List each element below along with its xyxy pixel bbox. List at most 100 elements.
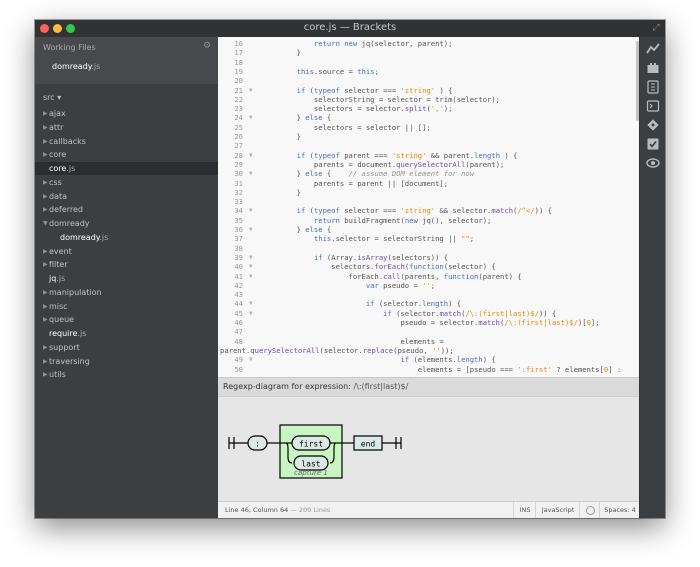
git-icon[interactable]	[646, 118, 660, 132]
code-line[interactable]: 26 }	[218, 132, 639, 141]
tree-folder-callbacks[interactable]: ▶ callbacks	[35, 135, 218, 148]
folder-collapsed-icon[interactable]: ▶	[43, 176, 48, 189]
tree-folder-manipulation[interactable]: ▶ manipulation	[35, 286, 218, 299]
code-line[interactable]: 20	[218, 76, 639, 85]
indentation-control[interactable]: Spaces: 4	[599, 502, 640, 518]
folder-collapsed-icon[interactable]: ▶	[43, 148, 48, 161]
code-line[interactable]: 42 var pseudo = '';	[218, 281, 639, 290]
tree-folder-misc[interactable]: ▶ misc	[35, 300, 218, 313]
fold-arrow-icon[interactable]: ▼	[249, 86, 253, 95]
terminal-icon[interactable]	[646, 99, 660, 113]
folder-collapsed-icon[interactable]: ▶	[43, 190, 48, 203]
fold-arrow-icon[interactable]: ▼	[249, 225, 253, 234]
code-line[interactable]: 17 }	[218, 48, 639, 57]
code-line[interactable]: 34 ▼ if (typeof selector === 'string' && …	[218, 206, 639, 215]
code-editor[interactable]: 16 return new jq(selector, parent); 17 } 1…	[218, 37, 639, 377]
tree-folder-utils[interactable]: ▶ utils	[35, 368, 218, 381]
code-line[interactable]: 37 this.selector = selectorString || "";	[218, 234, 639, 243]
tree-folder-deferred[interactable]: ▶ deferred	[35, 203, 218, 216]
code-line[interactable]: 25 selectors = selector || [];	[218, 123, 639, 132]
code-line[interactable]: parent.querySelectorAll(selector.replace…	[218, 346, 639, 355]
folder-collapsed-icon[interactable]: ▶	[43, 341, 48, 354]
code-line[interactable]: 45 ▼ if (selector.match(/\:(first|last)$/…	[218, 309, 639, 318]
code-line[interactable]: 30 ▼ } else { // assume DOM element for n…	[218, 169, 639, 178]
code-line[interactable]: 16 return new jq(selector, parent);	[218, 39, 639, 48]
live-preview-icon[interactable]	[646, 42, 660, 56]
fullscreen-icon[interactable]: ⤢	[651, 23, 661, 33]
fold-arrow-icon[interactable]: ▼	[249, 299, 253, 308]
tree-folder-support[interactable]: ▶ support	[35, 341, 218, 354]
project-dropdown[interactable]: src ▾	[43, 93, 61, 102]
code-line[interactable]: 29 parents = document.querySelectorAll(p…	[218, 160, 639, 169]
tree-folder-attr[interactable]: ▶ attr	[35, 121, 218, 134]
tree-file-jq[interactable]: jq.js	[35, 272, 218, 285]
code-line[interactable]: 50 elements = [pseudo === ':first' ? ele…	[218, 365, 639, 374]
fold-arrow-icon[interactable]: ▼	[249, 151, 253, 160]
folder-collapsed-icon[interactable]: ▶	[43, 245, 48, 258]
folder-collapsed-icon[interactable]: ▶	[43, 368, 48, 381]
fold-arrow-icon[interactable]: ▼	[249, 262, 253, 271]
fold-arrow-icon[interactable]: ▼	[249, 113, 253, 122]
working-file-item[interactable]: domready.js	[52, 62, 100, 71]
code-line[interactable]: 48 elements =	[218, 337, 639, 346]
code-line[interactable]: 24 ▼ } else {	[218, 113, 639, 122]
jslint-icon[interactable]	[646, 80, 660, 94]
fold-arrow-icon[interactable]: ▼	[249, 272, 253, 281]
tree-folder-data[interactable]: ▶ data	[35, 190, 218, 203]
tree-file-core[interactable]: core.js	[35, 162, 225, 176]
insert-mode-toggle[interactable]: INS	[513, 502, 536, 518]
tree-file-require[interactable]: require.js	[35, 327, 218, 340]
folder-collapsed-icon[interactable]: ▶	[43, 286, 48, 299]
code-line[interactable]: 40 ▼ selectors.forEach(function(selector)…	[218, 262, 639, 271]
folder-collapsed-icon[interactable]: ▶	[43, 135, 48, 148]
code-line[interactable]: 19 this.source = this;	[218, 67, 639, 76]
folder-collapsed-icon[interactable]: ▶	[43, 121, 48, 134]
code-line[interactable]: 31 parents = parent || [document];	[218, 179, 639, 188]
code-line[interactable]: 28 ▼ if (typeof parent === 'string' && pa…	[218, 151, 639, 160]
folder-collapsed-icon[interactable]: ▶	[43, 355, 48, 368]
code-line[interactable]: 36 ▼ } else {	[218, 225, 639, 234]
code-line[interactable]: 46 pseudo = selector.match(/\:(first|las…	[218, 318, 639, 327]
code-line[interactable]: 23 selectors = selector.split(',');	[218, 104, 639, 113]
code-line[interactable]: 38	[218, 244, 639, 253]
code-line[interactable]: 44 ▼ if (selector.length) {	[218, 299, 639, 308]
folder-collapsed-icon[interactable]: ▶	[43, 258, 48, 271]
code-line[interactable]: 22 selectorString = selector = trim(sele…	[218, 95, 639, 104]
tree-file-domready[interactable]: domready.js	[35, 231, 218, 244]
tree-folder-css[interactable]: ▶ css	[35, 176, 218, 189]
fold-arrow-icon[interactable]: ▼	[249, 355, 253, 364]
eye-icon[interactable]	[646, 156, 660, 170]
tree-folder-queue[interactable]: ▶ queue	[35, 313, 218, 326]
gear-icon[interactable]: ⚙	[203, 41, 211, 51]
code-line[interactable]: 49 ▼ if (elements.length) {	[218, 355, 639, 364]
folder-expanded-icon[interactable]: ▼	[43, 217, 48, 230]
folder-collapsed-icon[interactable]: ▶	[43, 313, 48, 326]
fold-arrow-icon[interactable]: ▼	[249, 309, 253, 318]
code-line[interactable]: 32 }	[218, 188, 639, 197]
tree-folder-domready[interactable]: ▼ domready	[35, 217, 218, 230]
folder-collapsed-icon[interactable]: ▶	[43, 300, 48, 313]
code-line[interactable]: 21 ▼ if (typeof selector === 'string' ) {	[218, 86, 639, 95]
linting-status-indicator[interactable]	[579, 502, 600, 518]
code-line[interactable]: 39 ▼ if (Array.isArray(selectors)) {	[218, 253, 639, 262]
code-line[interactable]: 33	[218, 197, 639, 206]
fold-arrow-icon[interactable]: ▼	[249, 206, 253, 215]
folder-collapsed-icon[interactable]: ▶	[43, 203, 48, 216]
tree-folder-core[interactable]: ▶ core	[35, 148, 218, 161]
code-line[interactable]: 41 ▼ forEach.call(parents, function(paren…	[218, 272, 639, 281]
language-select[interactable]: JavaScript	[535, 502, 580, 518]
code-line[interactable]: 18	[218, 58, 639, 67]
extension-manager-icon[interactable]	[646, 61, 660, 75]
tree-folder-ajax[interactable]: ▶ ajax	[35, 107, 218, 120]
code-line[interactable]: 47	[218, 327, 639, 336]
code-line[interactable]: 27	[218, 141, 639, 150]
fold-arrow-icon[interactable]: ▼	[249, 169, 253, 178]
tree-folder-filter[interactable]: ▶ filter	[35, 258, 218, 271]
tree-folder-traversing[interactable]: ▶ traversing	[35, 355, 218, 368]
code-line[interactable]: 43	[218, 290, 639, 299]
code-line[interactable]: 35 return buildFragment(new jq(), select…	[218, 216, 639, 225]
tree-folder-event[interactable]: ▶ event	[35, 245, 218, 258]
fold-arrow-icon[interactable]: ▼	[249, 253, 253, 262]
todo-checkbox-icon[interactable]	[646, 137, 660, 151]
folder-collapsed-icon[interactable]: ▶	[43, 107, 48, 120]
